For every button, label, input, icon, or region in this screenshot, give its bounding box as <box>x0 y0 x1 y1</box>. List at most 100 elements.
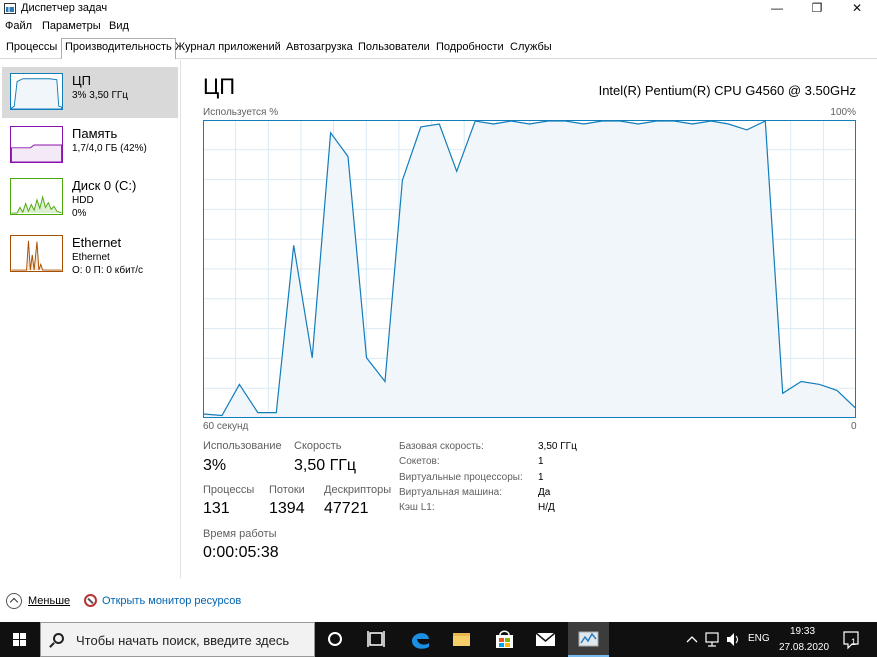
processes-label: Процессы <box>203 484 255 496</box>
open-resource-monitor-link[interactable]: Открыть монитор ресурсов <box>102 595 241 607</box>
search-icon <box>53 633 64 644</box>
menu-options[interactable]: Параметры <box>42 20 101 32</box>
fewer-details-button[interactable]: Меньше <box>28 595 70 607</box>
sidebar-item-disk[interactable]: Диск 0 (C:) HDD 0% <box>2 172 178 223</box>
tab-startup[interactable]: Автозагрузка <box>283 39 356 58</box>
virtual-machine-value: Да <box>538 487 551 498</box>
sidebar-item-label: Память <box>72 126 118 141</box>
input-language-indicator[interactable]: ENG <box>748 633 770 647</box>
resource-sidebar: ЦП 3% 3,50 ГГц Память 1,7/4,0 ГБ (42%) Д… <box>0 60 181 578</box>
uptime-label: Время работы <box>203 528 277 540</box>
sidebar-item-cpu[interactable]: ЦП 3% 3,50 ГГц <box>2 67 178 118</box>
speed-value: 3,50 ГГц <box>294 457 357 474</box>
windows-taskbar: Чтобы начать поиск, введите здесь ENG 19… <box>0 622 877 657</box>
clock-time[interactable]: 19:33 <box>790 626 815 639</box>
footer-bar: Меньше Открыть монитор ресурсов <box>0 590 877 614</box>
base-speed-value: 3,50 ГГц <box>538 441 577 452</box>
cortana-button[interactable] <box>315 622 356 657</box>
usage-label: Использование <box>203 440 282 452</box>
sidebar-item-type: HDD <box>72 195 94 206</box>
cpu-usage-graph <box>203 120 856 418</box>
edge-icon <box>412 633 429 649</box>
sidebar-item-ethernet[interactable]: Ethernet Ethernet О: 0 П: 0 кбит/с <box>2 229 178 280</box>
tab-performance[interactable]: Производительность <box>61 38 176 59</box>
sidebar-item-label: Ethernet <box>72 235 122 250</box>
tab-users[interactable]: Пользователи <box>355 39 433 58</box>
mail-envelope-icon <box>535 632 556 646</box>
task-manager-window: Диспетчер задач — ❐ ✕ Файл Параметры Вид… <box>0 0 877 657</box>
title-bar: Диспетчер задач — ❐ ✕ <box>0 0 877 18</box>
graph-min-label: 0 <box>851 421 857 432</box>
tab-services[interactable]: Службы <box>507 39 555 58</box>
cortana-circle-icon <box>328 632 342 646</box>
maximize-button[interactable]: ❐ <box>797 0 837 18</box>
disk-graph-thumbnail <box>10 178 63 215</box>
chevron-up-icon <box>686 636 698 643</box>
sidebar-item-label: Диск 0 (C:) <box>72 178 137 193</box>
usage-value: 3% <box>203 457 227 474</box>
processes-value: 131 <box>203 500 230 517</box>
network-tray-button[interactable] <box>703 622 721 657</box>
volume-tray-button[interactable] <box>724 622 742 657</box>
close-button[interactable]: ✕ <box>837 0 877 18</box>
l1-cache-label: Кэш L1: <box>399 502 435 513</box>
handles-value: 47721 <box>324 500 369 517</box>
edge-browser-button[interactable] <box>400 622 441 657</box>
taskbar-search[interactable]: Чтобы начать поиск, введите здесь <box>40 622 315 657</box>
speaker-icon <box>727 633 739 646</box>
base-speed-label: Базовая скорость: <box>399 441 484 452</box>
sockets-label: Сокетов: <box>399 456 440 467</box>
mail-button[interactable] <box>525 622 566 657</box>
handles-label: Дескрипторы <box>324 484 392 496</box>
store-button[interactable] <box>484 622 525 657</box>
page-title: ЦП <box>203 74 236 99</box>
tab-app-history[interactable]: Журнал приложений <box>172 39 284 58</box>
network-icon <box>705 632 719 647</box>
cpu-graph-thumbnail <box>10 73 63 110</box>
sidebar-item-memory[interactable]: Память 1,7/4,0 ГБ (42%) <box>2 120 178 171</box>
tab-details[interactable]: Подробности <box>433 39 507 58</box>
window-title: Диспетчер задач <box>21 2 108 14</box>
threads-value: 1394 <box>269 500 305 517</box>
action-center-button[interactable]: 1 <box>838 622 864 657</box>
l1-cache-value: Н/Д <box>538 502 555 513</box>
notification-count: 1 <box>851 637 857 647</box>
resource-monitor-icon <box>84 594 97 607</box>
sidebar-item-value: О: 0 П: 0 кбит/с <box>72 265 144 276</box>
ethernet-graph-thumbnail <box>10 235 63 272</box>
task-manager-taskbar-button[interactable] <box>568 622 609 657</box>
sidebar-item-adapter: Ethernet <box>72 252 110 263</box>
task-view-button[interactable] <box>356 622 397 657</box>
virtual-processors-value: 1 <box>538 472 544 483</box>
task-view-icon <box>367 631 385 647</box>
sidebar-item-value: 1,7/4,0 ГБ (42%) <box>72 143 147 154</box>
threads-label: Потоки <box>269 484 305 496</box>
tab-processes[interactable]: Процессы <box>3 39 60 58</box>
cpu-model-name: Intel(R) Pentium(R) CPU G4560 @ 3.50GHz <box>598 83 856 98</box>
tab-bar: Процессы Производительность Журнал прило… <box>0 37 877 59</box>
menu-file[interactable]: Файл <box>5 20 32 32</box>
store-bag-icon <box>496 630 513 648</box>
graph-max-label: 100% <box>830 107 856 118</box>
task-manager-icon <box>4 3 16 14</box>
start-button[interactable] <box>0 622 40 657</box>
virtual-processors-label: Виртуальные процессоры: <box>399 472 523 483</box>
windows-logo-icon <box>13 633 26 646</box>
file-explorer-button[interactable] <box>441 622 482 657</box>
search-placeholder: Чтобы начать поиск, введите здесь <box>76 633 290 648</box>
graph-axis-label: Используется % <box>203 107 279 118</box>
sidebar-item-value: 3% 3,50 ГГц <box>72 90 129 101</box>
speed-label: Скорость <box>294 440 342 452</box>
sidebar-item-value: 0% <box>72 208 87 219</box>
show-hidden-icons-button[interactable] <box>684 622 700 657</box>
uptime-value: 0:00:05:38 <box>203 544 279 561</box>
sockets-value: 1 <box>538 456 544 467</box>
clock-date[interactable]: 27.08.2020 <box>779 642 829 655</box>
sidebar-item-label: ЦП <box>72 73 91 88</box>
graph-time-label: 60 секунд <box>203 421 249 432</box>
virtual-machine-label: Виртуальная машина: <box>399 487 502 498</box>
minimize-button[interactable]: — <box>757 0 797 18</box>
menu-view[interactable]: Вид <box>109 20 129 32</box>
menu-bar: Файл Параметры Вид <box>0 18 877 36</box>
chevron-up-icon[interactable] <box>6 593 22 609</box>
